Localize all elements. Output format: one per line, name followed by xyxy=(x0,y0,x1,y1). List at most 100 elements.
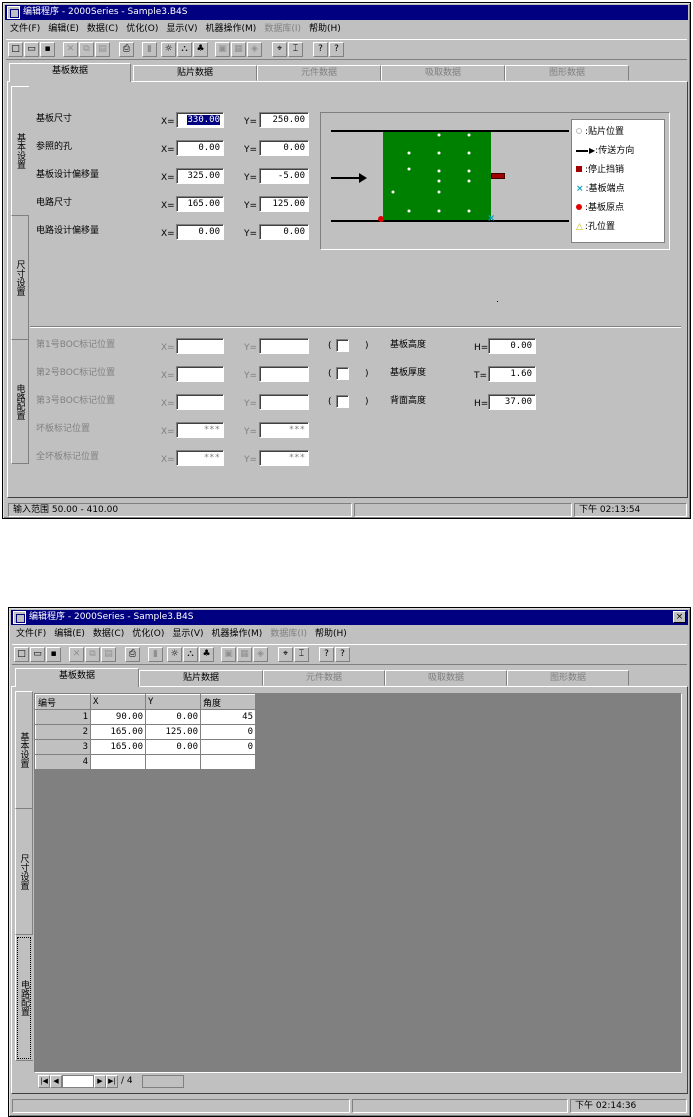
side-tab-size[interactable]: 尺寸设置 xyxy=(15,809,33,935)
align-icon[interactable]: ⌖ xyxy=(272,42,287,57)
x-input[interactable] xyxy=(176,366,224,382)
tab-4[interactable]: 吸取数据 xyxy=(385,670,507,686)
grid-cell[interactable]: 125.00 xyxy=(145,724,201,740)
find-icon[interactable]: ▮ xyxy=(142,42,157,57)
row-number[interactable]: 2 xyxy=(35,724,91,740)
y-input[interactable]: 0.00 xyxy=(259,140,309,156)
side-tab-basic[interactable]: 基本设置 xyxy=(15,691,33,809)
print-icon[interactable]: ⎙ xyxy=(119,42,134,57)
tab-2[interactable]: 贴片数据 xyxy=(139,670,263,686)
tool-icon[interactable]: ⌶ xyxy=(294,647,309,662)
cut-icon[interactable]: ✕ xyxy=(69,647,84,662)
components-icon[interactable]: ♣ xyxy=(199,647,214,662)
nav-scrollbar[interactable] xyxy=(142,1075,184,1088)
placement-grid[interactable]: 编号 X Y 角度 1 90.00 0.00 45 2 165.00 125.00 0 3 165.00 0… xyxy=(35,694,256,770)
grid-cell[interactable]: 0.00 xyxy=(145,709,201,725)
grid-cell[interactable] xyxy=(200,754,256,770)
table-row[interactable]: 4 xyxy=(35,754,256,770)
column-header[interactable]: 角度 xyxy=(200,694,256,710)
row-number[interactable]: 1 xyxy=(35,709,91,725)
machine-icon[interactable]: ▣ xyxy=(221,647,236,662)
y-input[interactable] xyxy=(259,366,309,382)
column-header[interactable]: Y xyxy=(145,694,201,710)
side-tab-basic[interactable]: 基本设置 xyxy=(11,86,29,216)
grid-cell[interactable]: 90.00 xyxy=(90,709,146,725)
grid-cell[interactable] xyxy=(145,754,201,770)
y-input[interactable]: *** xyxy=(259,450,309,466)
menu-item[interactable]: 数据库(I) xyxy=(266,626,311,642)
new-file-icon[interactable]: □ xyxy=(8,42,23,57)
x-input[interactable] xyxy=(176,338,224,354)
grid-cell[interactable] xyxy=(90,754,146,770)
height-input[interactable]: 0.00 xyxy=(488,338,536,354)
new-file-icon[interactable]: □ xyxy=(14,647,29,662)
mark-checkbox[interactable] xyxy=(336,367,349,380)
x-input[interactable]: 330.00 xyxy=(176,112,224,128)
feeder-icon[interactable]: ▦ xyxy=(237,647,252,662)
save-icon[interactable]: ▪ xyxy=(40,42,55,57)
tab-3[interactable]: 元件数据 xyxy=(257,65,381,81)
x-input[interactable]: 0.00 xyxy=(176,140,224,156)
components-icon[interactable]: ♣ xyxy=(193,42,208,57)
y-input[interactable]: *** xyxy=(259,422,309,438)
x-input[interactable]: 325.00 xyxy=(176,168,224,184)
menu-item[interactable]: 文件(F) xyxy=(6,21,44,37)
copy-icon[interactable]: ⧉ xyxy=(85,647,100,662)
menu-item[interactable]: 数据(C) xyxy=(89,626,128,642)
context-help-icon[interactable]: ? xyxy=(335,647,350,662)
y-input[interactable] xyxy=(259,338,309,354)
y-input[interactable] xyxy=(259,394,309,410)
bulb-icon[interactable]: ☼ xyxy=(161,42,176,57)
y-input[interactable]: 0.00 xyxy=(259,224,309,240)
y-input[interactable]: 250.00 xyxy=(259,112,309,128)
grid-cell[interactable]: 0 xyxy=(200,724,256,740)
mark-checkbox[interactable] xyxy=(336,339,349,352)
menu-item[interactable]: 显示(V) xyxy=(168,626,207,642)
x-input[interactable]: 0.00 xyxy=(176,224,224,240)
next-record-button[interactable]: ▶ xyxy=(94,1075,106,1088)
row-number[interactable]: 3 xyxy=(35,739,91,755)
help-icon[interactable]: ? xyxy=(313,42,328,57)
save-icon[interactable]: ▪ xyxy=(46,647,61,662)
grid-cell[interactable]: 0.00 xyxy=(145,739,201,755)
find-icon[interactable]: ▮ xyxy=(148,647,163,662)
x-input[interactable]: 165.00 xyxy=(176,196,224,212)
table-row[interactable]: 2 165.00 125.00 0 xyxy=(35,724,256,740)
tab-5[interactable]: 图形数据 xyxy=(507,670,629,686)
machine-icon[interactable]: ▣ xyxy=(215,42,230,57)
menu-item[interactable]: 优化(O) xyxy=(128,626,168,642)
tab-3[interactable]: 元件数据 xyxy=(263,670,385,686)
nozzle-icon[interactable]: ◈ xyxy=(247,42,262,57)
menu-item[interactable]: 帮助(H) xyxy=(305,21,345,37)
tool-icon[interactable]: ⌶ xyxy=(288,42,303,57)
side-tab-size[interactable]: 尺寸设置 xyxy=(11,216,29,340)
grid-cell[interactable]: 45 xyxy=(200,709,256,725)
side-tab-circuit[interactable]: 电路配置 xyxy=(15,935,33,1061)
paste-icon[interactable]: ▤ xyxy=(95,42,110,57)
tab-4[interactable]: 吸取数据 xyxy=(381,65,505,81)
grid-cell[interactable]: 0 xyxy=(200,739,256,755)
menu-item[interactable]: 显示(V) xyxy=(162,21,201,37)
menu-item[interactable]: 数据(C) xyxy=(83,21,122,37)
menu-item[interactable]: 机器操作(M) xyxy=(202,21,261,37)
tab-2[interactable]: 贴片数据 xyxy=(133,65,257,81)
tab-5[interactable]: 图形数据 xyxy=(505,65,629,81)
nozzle-icon[interactable]: ◈ xyxy=(253,647,268,662)
x-input[interactable]: *** xyxy=(176,422,224,438)
table-row[interactable]: 3 165.00 0.00 0 xyxy=(35,739,256,755)
grid-cell[interactable]: 165.00 xyxy=(90,739,146,755)
menu-item[interactable]: 文件(F) xyxy=(12,626,50,642)
y-input[interactable]: -5.00 xyxy=(259,168,309,184)
help-icon[interactable]: ? xyxy=(319,647,334,662)
optimize-icon[interactable]: ⛬ xyxy=(183,647,198,662)
copy-icon[interactable]: ⧉ xyxy=(79,42,94,57)
row-number[interactable]: 4 xyxy=(35,754,91,770)
menu-item[interactable]: 编辑(E) xyxy=(50,626,89,642)
prev-record-button[interactable]: ◀ xyxy=(50,1075,62,1088)
open-folder-icon[interactable]: ▭ xyxy=(30,647,45,662)
align-icon[interactable]: ⌖ xyxy=(278,647,293,662)
grid-cell[interactable]: 165.00 xyxy=(90,724,146,740)
optimize-icon[interactable]: ⛬ xyxy=(177,42,192,57)
last-record-button[interactable]: ▶| xyxy=(106,1075,118,1088)
open-folder-icon[interactable]: ▭ xyxy=(24,42,39,57)
